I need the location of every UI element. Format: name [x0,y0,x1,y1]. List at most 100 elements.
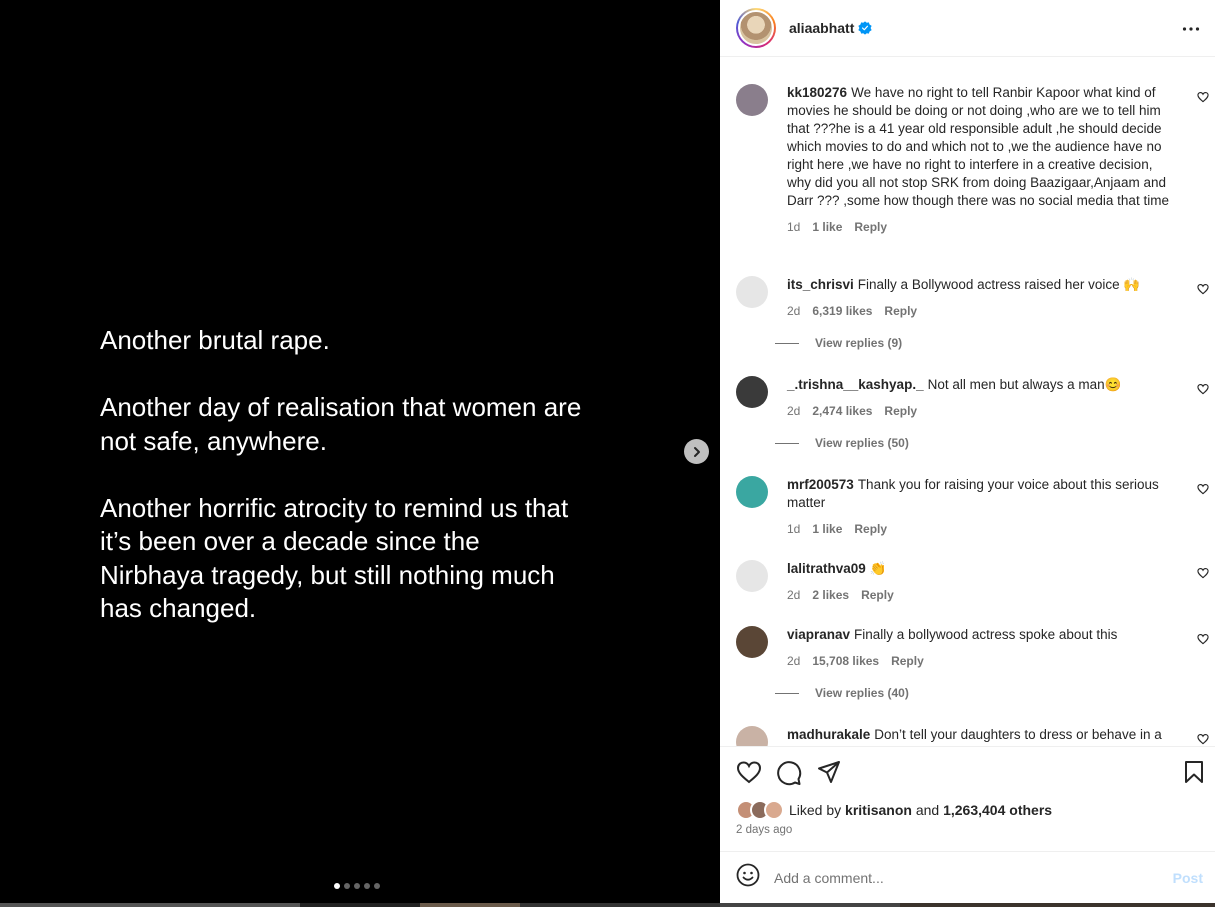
comment-body: lalitrathva09 👏 2d 2 likes Reply [787,560,1172,604]
comment-meta: 2d 6,319 likes Reply [787,302,1172,320]
comment-body: kk180276 We have no right to tell Ranbir … [787,84,1172,236]
comment-likes[interactable]: 1 like [812,520,842,538]
comment-username[interactable]: viapranav [787,627,850,642]
comment-like-icon[interactable] [1197,566,1209,584]
comment-reply-button[interactable]: Reply [891,652,924,670]
comment-avatar[interactable] [736,476,768,508]
comment-body: mrf200573 Thank you for raising your voic… [787,476,1172,538]
bookmark-icon[interactable] [1184,760,1204,789]
comment-age[interactable]: 2d [787,652,800,670]
comment-age[interactable]: 1d [787,218,800,236]
comment-avatar[interactable] [736,626,768,658]
comment-body: viapranav Finally a bollywood actress spo… [787,626,1172,670]
carousel-dot [374,883,380,889]
comment-reply-button[interactable]: Reply [854,218,887,236]
avatar[interactable] [736,8,776,48]
comment-text: Don’t tell your daughters to dress or be… [874,727,1162,742]
comment-avatar[interactable] [736,560,768,592]
comment-username[interactable]: madhurakale [787,727,870,742]
comment-likes[interactable]: 1 like [812,218,842,236]
comment-body: its_chrisvi Finally a Bollywood actress r… [787,276,1172,320]
liker-username[interactable]: kritisanon [845,802,912,818]
comment-username[interactable]: kk180276 [787,85,847,100]
comments-list[interactable]: kk180276 We have no right to tell Ranbir … [720,58,1215,746]
likes-summary: Liked by kritisanon and 1,263,404 others [736,800,1052,820]
comment-like-icon[interactable] [1197,382,1209,400]
comment-like-icon[interactable] [1197,732,1209,746]
comment-composer: Post [720,851,1215,903]
view-replies-button[interactable]: View replies (40) [775,686,909,700]
emoji-icon[interactable] [736,863,760,892]
comment-username[interactable]: its_chrisvi [787,277,854,292]
post-image-text: Another brutal rape. Another day of real… [100,324,660,659]
header-username[interactable]: aliaabhatt [789,20,854,36]
action-bar [720,746,1215,796]
comment-meta: 1d 1 like Reply [787,218,1172,236]
post-header: aliaabhatt [720,0,1215,57]
comment-avatar[interactable] [736,276,768,308]
comment-meta: 1d 1 like Reply [787,520,1172,538]
comment-age[interactable]: 2d [787,586,800,604]
view-replies-label: View replies (9) [815,336,903,350]
comment-text: Finally a Bollywood actress raised her v… [857,277,1141,292]
likes-text: Liked by kritisanon and 1,263,404 others [789,802,1052,818]
replies-divider-line [775,692,799,694]
comment-likes[interactable]: 2,474 likes [812,402,872,420]
comment-reply-button[interactable]: Reply [854,520,887,538]
comment-likes[interactable]: 6,319 likes [812,302,872,320]
chevron-right-icon [693,446,700,457]
replies-divider-line [775,442,799,444]
likes-prefix: Liked by [789,802,842,818]
comment-text: 👏 [869,561,887,576]
comment-age[interactable]: 2d [787,302,800,320]
comment-like-icon[interactable] [1197,632,1209,650]
comment-meta: 2d 2 likes Reply [787,586,1172,604]
comment-avatar[interactable] [736,376,768,408]
post-paragraph-3: Another horrific atrocity to remind us t… [100,492,569,624]
carousel-dot [364,883,370,889]
carousel-dot [354,883,360,889]
comment-age[interactable]: 2d [787,402,800,420]
comment-avatar[interactable] [736,84,768,116]
carousel-indicator [334,883,380,889]
comment-input[interactable] [774,869,1164,886]
comment-avatar[interactable] [736,726,768,746]
comment-icon[interactable] [776,760,802,791]
post-paragraph-1: Another brutal rape. [100,325,330,355]
post-side-panel: aliaabhatt kk180276 We have no right to t… [720,0,1215,903]
comment-meta: 2d 15,708 likes Reply [787,652,1172,670]
carousel-next-button[interactable] [684,439,709,464]
comment-reply-button[interactable]: Reply [861,586,894,604]
replies-divider-line [775,342,799,344]
post-comment-button[interactable]: Post [1173,870,1203,886]
comment-username[interactable]: lalitrathva09 [787,561,866,576]
share-icon[interactable] [817,760,841,789]
comment-username[interactable]: mrf200573 [787,477,854,492]
liker-avatar [764,800,784,820]
carousel-dot [344,883,350,889]
like-icon[interactable] [736,760,762,789]
comment-likes[interactable]: 15,708 likes [812,652,879,670]
comment-reply-button[interactable]: Reply [884,302,917,320]
comment-text: We have no right to tell Ranbir Kapoor w… [787,85,1169,208]
verified-badge-icon [858,21,873,35]
comment-meta: 2d 2,474 likes Reply [787,402,1172,420]
post-media: Another brutal rape. Another day of real… [0,0,720,903]
comment-age[interactable]: 1d [787,520,800,538]
more-options-icon[interactable] [1182,20,1200,43]
comment-likes[interactable]: 2 likes [812,586,849,604]
comment-like-icon[interactable] [1197,90,1209,108]
comment-text: Finally a bollywood actress spoke about … [854,627,1118,642]
view-replies-label: View replies (40) [815,686,909,700]
view-replies-label: View replies (50) [815,436,909,450]
background-strip [0,903,1215,907]
comment-like-icon[interactable] [1197,282,1209,300]
post-timestamp[interactable]: 2 days ago [736,824,792,836]
view-replies-button[interactable]: View replies (9) [775,336,902,350]
comment-reply-button[interactable]: Reply [884,402,917,420]
comment-like-icon[interactable] [1197,482,1209,500]
view-replies-button[interactable]: View replies (50) [775,436,909,450]
comment-username[interactable]: _.trishna__kashyap._ [787,377,924,392]
likes-others-count[interactable]: 1,263,404 others [943,802,1052,818]
comment-text: Not all men but always a man😊 [927,377,1122,392]
